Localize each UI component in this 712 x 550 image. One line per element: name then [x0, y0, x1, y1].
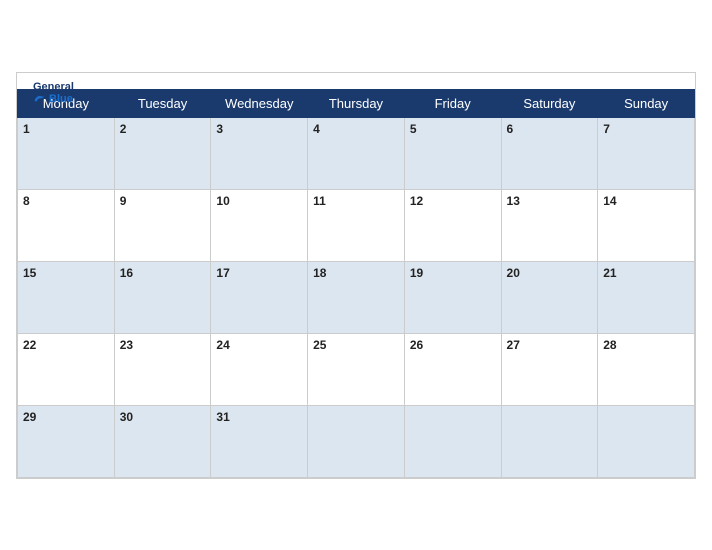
day-number: 9: [120, 194, 127, 208]
calendar-cell: 22: [18, 333, 115, 405]
calendar-cell: 23: [114, 333, 211, 405]
calendar-cell: 29: [18, 405, 115, 477]
day-number: 26: [410, 338, 423, 352]
day-number: 5: [410, 122, 417, 136]
calendar-body: 1234567891011121314151617181920212223242…: [18, 117, 695, 477]
calendar-cell: [308, 405, 405, 477]
day-number: 13: [507, 194, 520, 208]
day-number: 22: [23, 338, 36, 352]
day-number: 16: [120, 266, 133, 280]
logo-bird-icon: [33, 93, 47, 105]
calendar-table: MondayTuesdayWednesdayThursdayFridaySatu…: [17, 89, 695, 478]
calendar-cell: 5: [404, 117, 501, 189]
calendar-cell: 4: [308, 117, 405, 189]
day-number: 1: [23, 122, 30, 136]
calendar-header: General Blue: [17, 73, 695, 89]
weekday-header-saturday: Saturday: [501, 89, 598, 117]
calendar-cell: 14: [598, 189, 695, 261]
calendar-cell: 11: [308, 189, 405, 261]
calendar-cell: 17: [211, 261, 308, 333]
week-row-1: 1 2 3 4 5 6 7: [18, 117, 695, 189]
day-number: 14: [603, 194, 616, 208]
day-number: 19: [410, 266, 423, 280]
day-number: 10: [216, 194, 229, 208]
day-number: 18: [313, 266, 326, 280]
weekday-header-tuesday: Tuesday: [114, 89, 211, 117]
day-number: 25: [313, 338, 326, 352]
calendar-cell: 20: [501, 261, 598, 333]
day-number: 11: [313, 194, 326, 208]
calendar-cell: [598, 405, 695, 477]
calendar-cell: 30: [114, 405, 211, 477]
calendar-cell: 9: [114, 189, 211, 261]
day-number: 28: [603, 338, 616, 352]
day-number: 7: [603, 122, 610, 136]
calendar-cell: 18: [308, 261, 405, 333]
logo-general-text: General: [33, 81, 74, 93]
calendar-cell: 27: [501, 333, 598, 405]
day-number: 31: [216, 410, 229, 424]
calendar: General Blue MondayTuesdayWednesdayThurs…: [16, 72, 696, 479]
calendar-cell: 3: [211, 117, 308, 189]
day-number: 24: [216, 338, 229, 352]
calendar-cell: [501, 405, 598, 477]
day-number: 12: [410, 194, 423, 208]
logo: General Blue: [33, 81, 74, 105]
week-row-4: 22 23 24 25 26 27 28: [18, 333, 695, 405]
day-number: 30: [120, 410, 133, 424]
calendar-cell: 31: [211, 405, 308, 477]
weekday-header-sunday: Sunday: [598, 89, 695, 117]
calendar-cell: 15: [18, 261, 115, 333]
calendar-cell: 6: [501, 117, 598, 189]
week-row-5: 29 30 31: [18, 405, 695, 477]
day-number: 15: [23, 266, 36, 280]
calendar-cell: 24: [211, 333, 308, 405]
calendar-cell: 7: [598, 117, 695, 189]
day-number: 27: [507, 338, 520, 352]
day-number: 23: [120, 338, 133, 352]
calendar-cell: 10: [211, 189, 308, 261]
calendar-cell: 25: [308, 333, 405, 405]
weekday-header-wednesday: Wednesday: [211, 89, 308, 117]
week-row-2: 8 9 10 11 12 13 14: [18, 189, 695, 261]
weekday-row: MondayTuesdayWednesdayThursdayFridaySatu…: [18, 89, 695, 117]
calendar-cell: 12: [404, 189, 501, 261]
calendar-weekdays-header: MondayTuesdayWednesdayThursdayFridaySatu…: [18, 89, 695, 117]
calendar-cell: [404, 405, 501, 477]
day-number: 20: [507, 266, 520, 280]
calendar-cell: 1: [18, 117, 115, 189]
day-number: 2: [120, 122, 127, 136]
weekday-header-friday: Friday: [404, 89, 501, 117]
day-number: 8: [23, 194, 30, 208]
day-number: 29: [23, 410, 36, 424]
calendar-cell: 19: [404, 261, 501, 333]
calendar-cell: 16: [114, 261, 211, 333]
calendar-cell: 28: [598, 333, 695, 405]
week-row-3: 15 16 17 18 19 20 21: [18, 261, 695, 333]
calendar-cell: 13: [501, 189, 598, 261]
calendar-cell: 26: [404, 333, 501, 405]
day-number: 17: [216, 266, 229, 280]
day-number: 3: [216, 122, 223, 136]
calendar-cell: 21: [598, 261, 695, 333]
calendar-cell: 8: [18, 189, 115, 261]
calendar-cell: 2: [114, 117, 211, 189]
day-number: 21: [603, 266, 616, 280]
day-number: 6: [507, 122, 514, 136]
day-number: 4: [313, 122, 320, 136]
logo-blue-text: Blue: [33, 93, 73, 105]
weekday-header-thursday: Thursday: [308, 89, 405, 117]
